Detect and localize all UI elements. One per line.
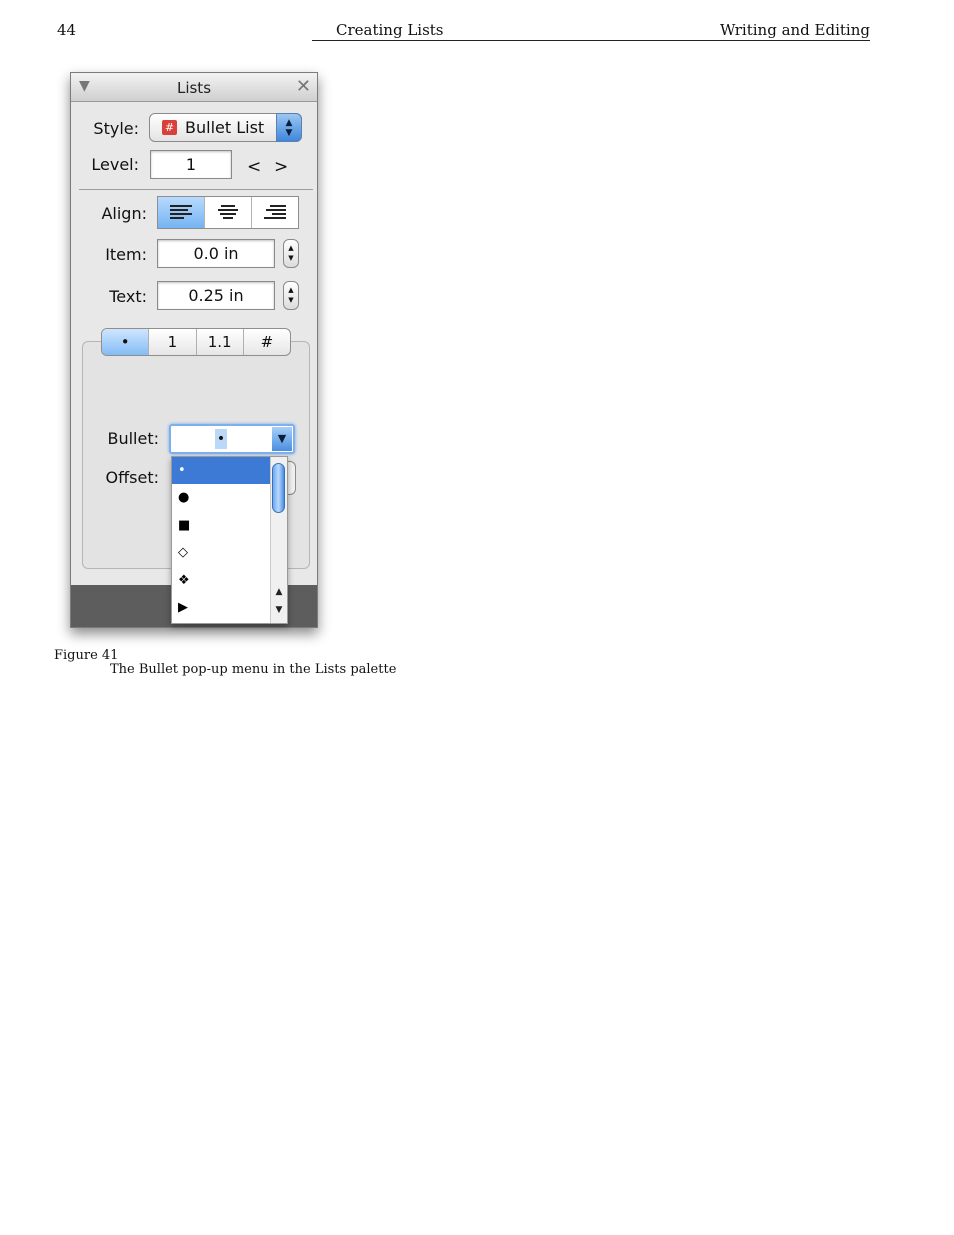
text-label: Text: — [109, 287, 147, 306]
style-label: Style: — [93, 119, 139, 138]
align-center-button[interactable] — [205, 197, 252, 228]
scroll-down-arrow-icon[interactable]: ▼ — [271, 605, 287, 615]
page-header: 44 Creating Lists Writing and Editing — [0, 0, 954, 48]
bullet-option[interactable]: ▶ — [172, 594, 272, 621]
list-type-tabs: • 1 1.1 # — [101, 328, 291, 356]
align-right-icon — [264, 205, 286, 221]
bullet-label: Bullet: — [107, 429, 159, 448]
chevron-down-icon[interactable]: ▼ — [272, 427, 292, 451]
section-title: Creating Lists — [336, 21, 444, 39]
tab-bullet[interactable]: • — [102, 329, 150, 355]
section-divider — [79, 189, 313, 190]
chapter-title: Writing and Editing — [720, 21, 870, 39]
text-indent-field[interactable]: 0.25 in — [157, 281, 275, 310]
bullet-combo[interactable]: • ▼ — [169, 424, 295, 454]
align-right-button[interactable] — [252, 197, 298, 228]
bullet-option[interactable]: ◇ — [172, 539, 272, 566]
palette-titlebar[interactable]: ▼ Lists ✕ — [71, 73, 317, 102]
level-prev-button[interactable]: < — [247, 157, 261, 177]
item-indent-field[interactable]: 0.0 in — [157, 239, 275, 268]
bullet-option[interactable]: ❖ — [172, 567, 272, 594]
updown-arrows-icon: ▲ ▼ — [276, 113, 302, 142]
bullet-option[interactable]: ● — [172, 484, 272, 511]
align-center-icon — [217, 205, 239, 221]
item-indent-stepper[interactable]: ▲ ▼ — [283, 239, 299, 268]
tab-custom[interactable]: # — [244, 329, 290, 355]
bullet-option[interactable]: ■ — [172, 512, 272, 539]
dropdown-scrollbar[interactable]: ▲ ▼ — [270, 457, 287, 623]
figure-label: Figure 41 — [54, 648, 119, 663]
align-left-button[interactable] — [158, 197, 205, 228]
style-popup-value: Bullet List — [185, 118, 265, 137]
scrollbar-thumb[interactable] — [272, 463, 285, 513]
tab-number[interactable]: 1 — [149, 329, 197, 355]
bullet-dropdown-menu: • ● ■ ◇ ❖ ▶ ▲ ▼ — [171, 456, 288, 624]
level-label: Level: — [91, 155, 139, 174]
style-popup[interactable]: # Bullet List ▲ ▼ — [149, 113, 302, 142]
align-left-icon — [170, 205, 192, 221]
align-segmented-control — [157, 196, 299, 229]
figure-caption: The Bullet pop-up menu in the Lists pale… — [110, 662, 397, 677]
list-style-icon: # — [162, 120, 177, 135]
level-field[interactable]: 1 — [150, 150, 232, 179]
lists-palette: ▼ Lists ✕ Style: # Bullet List ▲ ▼ Level:… — [70, 72, 318, 628]
level-next-button[interactable]: > — [274, 157, 288, 177]
header-rule — [312, 40, 870, 41]
bullet-option[interactable]: • — [172, 457, 272, 484]
align-label: Align: — [101, 204, 147, 223]
palette-title: Lists — [176, 79, 212, 97]
bullet-combo-value[interactable]: • — [215, 429, 227, 449]
tab-outline[interactable]: 1.1 — [197, 329, 244, 355]
scroll-up-arrow-icon[interactable]: ▲ — [271, 587, 287, 597]
text-indent-stepper[interactable]: ▲ ▼ — [283, 281, 299, 310]
page-number: 44 — [57, 21, 77, 39]
close-icon[interactable]: ✕ — [296, 76, 311, 97]
item-label: Item: — [105, 245, 147, 264]
offset-label: Offset: — [105, 468, 159, 487]
